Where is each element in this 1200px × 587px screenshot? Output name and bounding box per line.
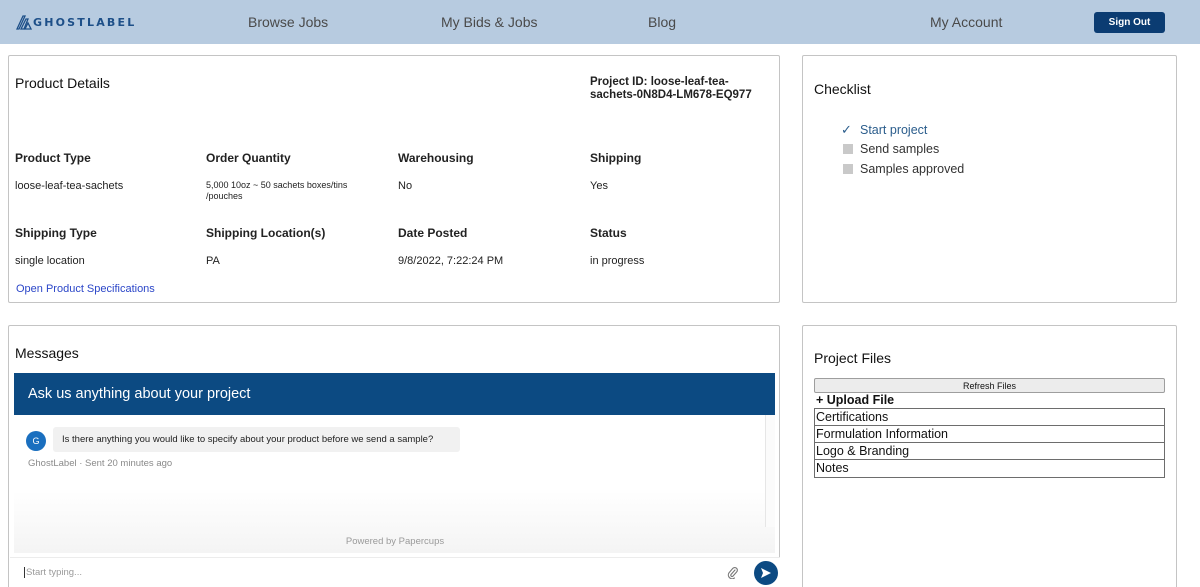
chat-header-banner: Ask us anything about your project: [14, 373, 775, 415]
logo-text: GHOSTLABEL: [33, 15, 137, 29]
nav-browse-jobs[interactable]: Browse Jobs: [248, 14, 328, 30]
shipping-locations-value: PA: [206, 255, 220, 267]
checklist-item-samples-approved: Samples approved: [841, 162, 964, 176]
chat-header-text: Ask us anything about your project: [28, 386, 251, 402]
chat-input-row: [10, 557, 780, 587]
upload-file-button[interactable]: + Upload File: [816, 393, 894, 407]
shipping-value: Yes: [590, 180, 608, 192]
shipping-locations-label: Shipping Location(s): [206, 226, 326, 240]
checklist-item-label: Samples approved: [860, 162, 965, 176]
refresh-files-button[interactable]: Refresh Files: [814, 378, 1165, 393]
message-bubble: Is there anything you would like to spec…: [53, 427, 460, 452]
date-posted-value: 9/8/2022, 7:22:24 PM: [398, 255, 504, 267]
order-quantity-label: Order Quantity: [206, 151, 291, 165]
chat-scrollbar[interactable]: [765, 415, 775, 527]
file-category-list: Certifications Formulation Information L…: [814, 408, 1165, 478]
send-message-button[interactable]: [754, 561, 778, 585]
unchecked-box-icon: [843, 144, 853, 154]
checklist-item-label: Start project: [860, 123, 928, 137]
checklist-title: Checklist: [814, 81, 871, 97]
send-icon: [761, 568, 771, 578]
file-category-notes[interactable]: Notes: [815, 460, 1164, 477]
message-meta: GhostLabel · Sent 20 minutes ago: [28, 458, 173, 469]
warehousing-value: No: [398, 180, 413, 192]
file-category-formulation-information[interactable]: Formulation Information: [815, 426, 1164, 443]
sign-out-button[interactable]: Sign Out: [1094, 12, 1165, 33]
nav-blog[interactable]: Blog: [648, 14, 676, 30]
product-type-value: loose-leaf-tea-sachets: [15, 180, 124, 192]
project-id: Project ID: loose-leaf-tea-sachets-0N8D4…: [590, 76, 752, 101]
warehousing-label: Warehousing: [398, 151, 474, 165]
chat-message-input[interactable]: [24, 567, 624, 578]
nav-my-account[interactable]: My Account: [930, 14, 1002, 30]
avatar: G: [26, 431, 46, 451]
paperclip-icon[interactable]: [727, 566, 738, 582]
checklist-item-start-project: ✓ Start project: [841, 122, 927, 138]
ghostlabel-logo[interactable]: GHOSTLABEL: [16, 12, 136, 32]
product-type-label: Product Type: [15, 151, 91, 165]
date-posted-label: Date Posted: [398, 226, 468, 240]
unchecked-box-icon: [843, 164, 853, 174]
open-product-specifications-link[interactable]: Open Product Specifications: [16, 283, 155, 295]
file-category-certifications[interactable]: Certifications: [815, 409, 1164, 426]
top-nav-bar: GHOSTLABEL Browse Jobs My Bids & Jobs Bl…: [0, 0, 1200, 44]
nav-my-bids-jobs[interactable]: My Bids & Jobs: [441, 14, 537, 30]
shipping-type-value: single location: [15, 255, 85, 267]
product-details-title: Product Details: [15, 75, 110, 91]
powered-by-papercups[interactable]: Powered by Papercups: [0, 536, 790, 547]
checkmark-icon: ✓: [841, 122, 852, 137]
logo-mark-icon: [16, 15, 32, 30]
messages-title: Messages: [15, 345, 79, 361]
status-label: Status: [590, 226, 627, 240]
shipping-type-label: Shipping Type: [15, 226, 97, 240]
checklist-item-label: Send samples: [860, 142, 940, 156]
order-quantity-value: 5,000 10oz ~ 50 sachets boxes/tins /pouc…: [206, 180, 348, 201]
checklist-card: Checklist ✓ Start project Send samples S…: [802, 55, 1177, 303]
shipping-label: Shipping: [590, 151, 642, 165]
status-value: in progress: [590, 255, 645, 267]
file-category-logo-branding[interactable]: Logo & Branding: [815, 443, 1164, 460]
checklist-item-send-samples: Send samples: [841, 142, 939, 156]
message-text: Is there anything you would like to spec…: [62, 434, 434, 445]
product-details-card: Product Details Project ID: loose-leaf-t…: [8, 55, 780, 303]
project-files-title: Project Files: [814, 350, 892, 366]
